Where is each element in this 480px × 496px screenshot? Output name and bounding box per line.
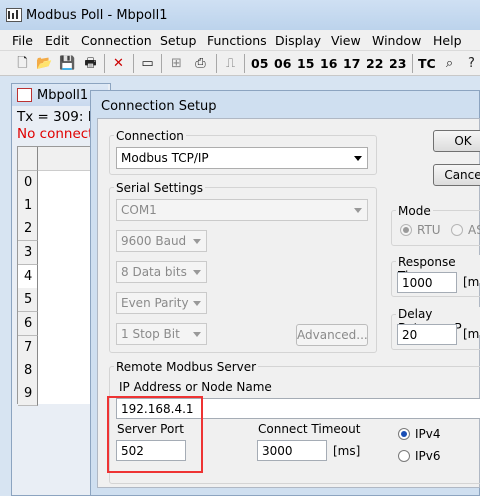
row-header: 1 xyxy=(18,194,38,218)
child-title: Mbpoll1 xyxy=(37,88,89,103)
save-icon[interactable]: 💾 xyxy=(59,55,76,72)
connection-type-value: Modbus TCP/IP xyxy=(121,151,209,165)
fc17-button[interactable]: 17 xyxy=(343,56,360,71)
print-icon[interactable]: 🖶 xyxy=(82,55,99,72)
help-icon[interactable]: ? xyxy=(463,55,480,72)
menu-window[interactable]: Window xyxy=(372,33,421,48)
menu-display[interactable]: Display xyxy=(275,33,321,48)
ipv4-radio[interactable] xyxy=(398,428,410,440)
window-icon[interactable]: ▭ xyxy=(139,55,156,72)
row-header: 9 xyxy=(18,382,38,406)
data-bits-value: 8 Data bits xyxy=(121,265,187,279)
toolbar-separator xyxy=(244,54,245,73)
fc05-button[interactable]: 05 xyxy=(251,56,268,71)
toolbar-separator xyxy=(216,54,217,73)
open-folder-icon[interactable]: 📂 xyxy=(36,55,53,72)
toolbar: 🗋 📂 💾 🖶 ✕ ▭ ⊞ ⎙ ⎍ 05 06 15 16 17 22 23 T… xyxy=(0,51,480,76)
highlight-annotation-box xyxy=(107,396,203,473)
mode-ascii-radio[interactable] xyxy=(451,224,463,236)
delay-input[interactable]: 20 xyxy=(397,324,457,345)
response-timeout-input[interactable]: 1000 xyxy=(397,272,457,293)
serial-settings-label: Serial Settings xyxy=(114,181,205,195)
modbus-poll-app-icon xyxy=(6,8,22,22)
chevron-down-icon xyxy=(354,208,362,213)
grid-corner xyxy=(18,147,38,171)
printer-setup-icon[interactable]: ⎙ xyxy=(192,55,209,72)
menu-view[interactable]: View xyxy=(331,33,361,48)
app-title: Modbus Poll - Mbpoll1 xyxy=(26,8,168,23)
parity-select[interactable]: Even Parity xyxy=(116,292,207,314)
fc16-button[interactable]: 16 xyxy=(320,56,337,71)
connect-timeout-unit: [ms] xyxy=(333,444,361,458)
chevron-down-icon xyxy=(193,270,201,275)
fc06-button[interactable]: 06 xyxy=(274,56,291,71)
mode-rtu-label: RTU xyxy=(417,223,441,237)
tx-status: Tx = 309: E xyxy=(17,109,97,125)
fc23-button[interactable]: 23 xyxy=(389,56,406,71)
chevron-down-icon xyxy=(193,332,201,337)
data-bits-select[interactable]: 8 Data bits xyxy=(116,261,207,283)
cancel-button[interactable]: Cance xyxy=(433,164,480,186)
menu-setup[interactable]: Setup xyxy=(160,33,196,48)
menu-functions[interactable]: Functions xyxy=(207,33,267,48)
document-icon xyxy=(17,88,32,102)
chevron-down-icon xyxy=(193,239,201,244)
baud-select[interactable]: 9600 Baud xyxy=(116,230,207,252)
connect-icon[interactable]: ⊞ xyxy=(168,55,185,72)
toolbar-separator xyxy=(104,54,105,73)
connect-timeout-label: Connect Timeout xyxy=(258,422,361,436)
fc22-button[interactable]: 22 xyxy=(366,56,383,71)
row-header: 3 xyxy=(18,241,38,265)
traffic-button[interactable]: TC xyxy=(418,56,436,71)
ok-button[interactable]: OK xyxy=(433,130,480,152)
stop-bit-select[interactable]: 1 Stop Bit xyxy=(116,323,207,345)
connection-group-label: Connection xyxy=(114,129,186,143)
mode-group-label: Mode xyxy=(396,204,433,218)
ipv6-radio[interactable] xyxy=(398,450,410,462)
row-header: 2 xyxy=(18,217,38,241)
stop-bit-value: 1 Stop Bit xyxy=(121,327,180,341)
new-file-icon[interactable]: 🗋 xyxy=(14,55,31,72)
connection-status: No connect xyxy=(17,126,94,142)
connect-timeout-input[interactable]: 3000 xyxy=(257,440,327,461)
mode-rtu-radio[interactable] xyxy=(400,224,412,236)
toolbar-separator xyxy=(133,54,134,73)
row-header: 7 xyxy=(18,336,38,360)
toolbar-separator xyxy=(161,54,162,73)
response-timeout-unit: [m xyxy=(463,275,480,289)
row-header: 0 xyxy=(18,171,38,195)
menu-help[interactable]: Help xyxy=(433,33,462,48)
mode-ascii-label: AS xyxy=(468,223,480,237)
connection-type-select[interactable]: Modbus TCP/IP xyxy=(116,147,368,169)
search-icon[interactable]: ⌕ xyxy=(441,55,458,72)
baud-value: 9600 Baud xyxy=(121,234,187,248)
fc15-button[interactable]: 15 xyxy=(297,56,314,71)
toolbar-separator xyxy=(412,54,413,73)
com-port-select[interactable]: COM1 xyxy=(116,199,368,221)
dialog-title: Connection Setup xyxy=(101,99,217,114)
menu-edit[interactable]: Edit xyxy=(45,33,69,48)
com-port-value: COM1 xyxy=(121,203,157,217)
ip-address-label: IP Address or Node Name xyxy=(119,380,272,394)
ipv6-label: IPv6 xyxy=(415,449,441,463)
menu-bar: File Edit Connection Setup Functions Dis… xyxy=(0,30,480,51)
parity-value: Even Parity xyxy=(121,296,189,310)
row-header: 4 xyxy=(18,265,38,289)
chevron-down-icon xyxy=(193,301,201,306)
chevron-down-icon xyxy=(354,156,362,161)
menu-file[interactable]: File xyxy=(12,33,33,48)
delay-unit: [m xyxy=(463,327,480,341)
row-header: 5 xyxy=(18,288,38,312)
disconnect-icon[interactable]: ✕ xyxy=(110,55,127,72)
advanced-button[interactable]: Advanced... xyxy=(296,324,368,346)
pulse-icon[interactable]: ⎍ xyxy=(222,55,239,72)
remote-server-label: Remote Modbus Server xyxy=(114,360,259,374)
row-header: 6 xyxy=(18,312,38,336)
row-header: 8 xyxy=(18,359,38,383)
menu-connection[interactable]: Connection xyxy=(81,33,152,48)
ipv4-label: IPv4 xyxy=(415,427,441,441)
